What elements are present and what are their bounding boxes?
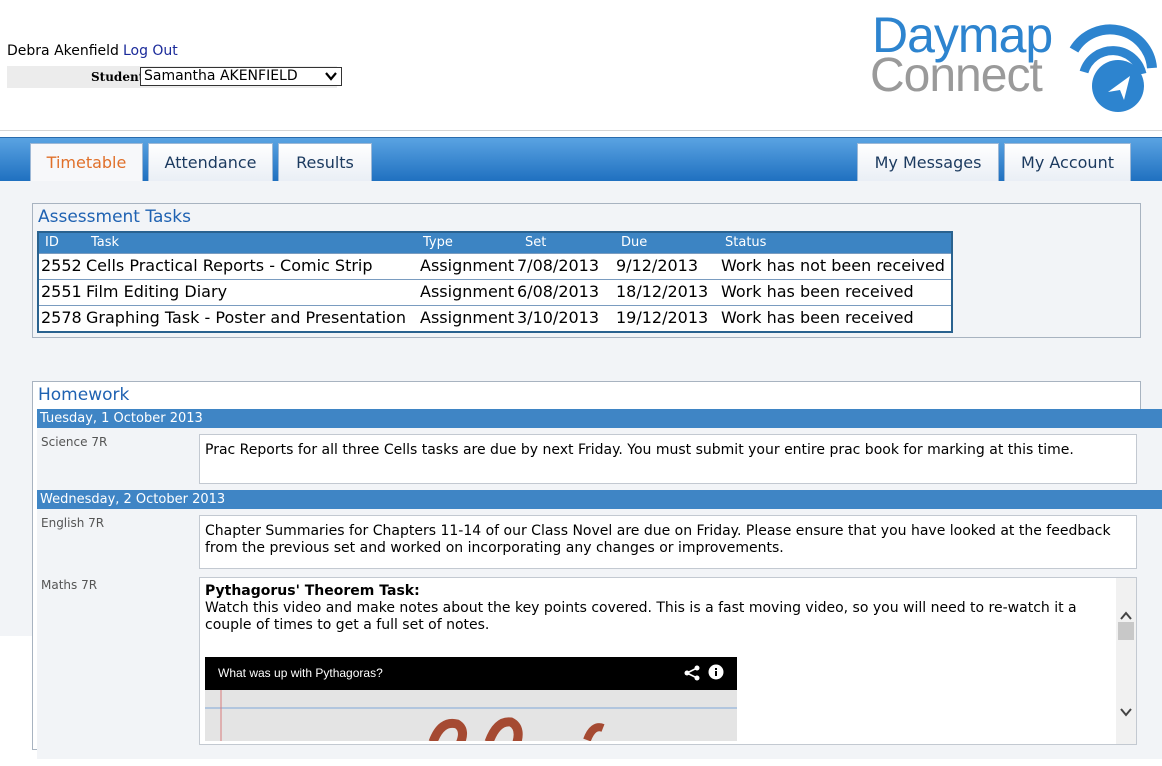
video-title[interactable]: What was up with Pythagoras? [218, 666, 383, 680]
homework-panel: Homework Tuesday, 1 October 2013 Science… [32, 381, 1162, 759]
cell-id: 2551 [41, 282, 82, 301]
homework-heading: Pythagorus' Theorem Task: [205, 583, 420, 599]
cell-type: Assignment [420, 256, 515, 275]
cell-set: 3/10/2013 [517, 308, 600, 327]
homework-subject: Science 7R [41, 435, 108, 449]
homework-item: Prac Reports for all three Cells tasks a… [199, 434, 1137, 484]
share-icon[interactable] [683, 665, 701, 681]
tab-attendance[interactable]: Attendance [148, 143, 273, 182]
daymap-connect-logo: Daymap Connect [868, 7, 1160, 118]
assessment-panel: Assessment Tasks ID Task Type Set Due St… [32, 203, 1141, 338]
cell-type: Assignment [420, 308, 515, 327]
col-due[interactable]: Due [621, 235, 647, 250]
table-row[interactable]: 2552 Cells Practical Reports - Comic Str… [39, 253, 951, 279]
homework-text: Chapter Summaries for Chapters 11-14 of … [205, 523, 1111, 556]
homework-text: Watch this video and make notes about th… [205, 600, 1077, 633]
student-selected-value: Samantha AKENFIELD [144, 68, 298, 84]
cell-type: Assignment [420, 282, 515, 301]
chevron-down-icon [324, 70, 338, 87]
tab-my-messages[interactable]: My Messages [857, 143, 999, 182]
header-divider [0, 130, 1162, 131]
scrollbar-thumb[interactable] [1118, 622, 1134, 640]
col-set[interactable]: Set [525, 235, 546, 250]
scroll-down-icon[interactable] [1119, 702, 1133, 721]
video-frame[interactable] [205, 690, 737, 741]
cell-due: 18/12/2013 [616, 282, 709, 301]
cell-due: 9/12/2013 [616, 256, 699, 275]
cell-id: 2578 [41, 308, 82, 327]
info-icon[interactable] [708, 664, 724, 680]
cell-status: Work has been received [721, 282, 914, 301]
logout-link[interactable]: Log Out [123, 43, 178, 59]
cell-due: 19/12/2013 [616, 308, 709, 327]
table-row[interactable]: 2578 Graphing Task - Poster and Presenta… [39, 305, 951, 331]
video-embed[interactable]: What was up with Pythagoras? [205, 657, 737, 741]
table-row[interactable]: 2551 Film Editing Diary Assignment 6/08/… [39, 279, 951, 305]
homework-date-header: Wednesday, 2 October 2013 [37, 490, 1162, 509]
student-select[interactable]: Samantha AKENFIELD [140, 67, 342, 86]
cell-status: Work has not been received [721, 256, 945, 275]
tab-timetable[interactable]: Timetable [30, 143, 143, 182]
cell-task[interactable]: Graphing Task - Poster and Presentation [86, 308, 406, 327]
cell-status: Work has been received [721, 308, 914, 327]
homework-subject: English 7R [41, 516, 105, 530]
logo-mark-icon [1069, 24, 1157, 112]
homework-date-header: Tuesday, 1 October 2013 [37, 409, 1162, 428]
student-selector-row: Student: Samantha AKENFIELD [7, 66, 342, 88]
assessment-table: ID Task Type Set Due Status 2552 Cells P… [37, 231, 953, 333]
logo-text-connect: Connect [870, 49, 1043, 102]
user-line: Debra Akenfield Log Out [7, 43, 178, 59]
video-thumbnail-drawing [205, 690, 737, 741]
user-name: Debra Akenfield [7, 43, 119, 59]
homework-subject: Maths 7R [41, 578, 98, 592]
homework-title: Homework [38, 385, 130, 405]
col-id[interactable]: ID [45, 235, 59, 250]
assessment-table-header: ID Task Type Set Due Status [39, 233, 951, 253]
col-status[interactable]: Status [725, 235, 766, 250]
main-tab-bar: Timetable Attendance Results My Messages… [0, 137, 1162, 182]
col-task[interactable]: Task [91, 235, 119, 250]
cell-task[interactable]: Cells Practical Reports - Comic Strip [86, 256, 373, 275]
scrollbar[interactable] [1116, 578, 1136, 744]
cell-set: 6/08/2013 [517, 282, 600, 301]
col-type[interactable]: Type [423, 235, 453, 250]
cell-id: 2552 [41, 256, 82, 275]
cell-set: 7/08/2013 [517, 256, 600, 275]
assessment-title: Assessment Tasks [38, 207, 191, 227]
cell-task[interactable]: Film Editing Diary [86, 282, 227, 301]
tab-results[interactable]: Results [278, 143, 372, 182]
homework-item: Chapter Summaries for Chapters 11-14 of … [199, 515, 1137, 569]
homework-text: Prac Reports for all three Cells tasks a… [205, 442, 1074, 458]
tab-my-account[interactable]: My Account [1004, 143, 1131, 182]
